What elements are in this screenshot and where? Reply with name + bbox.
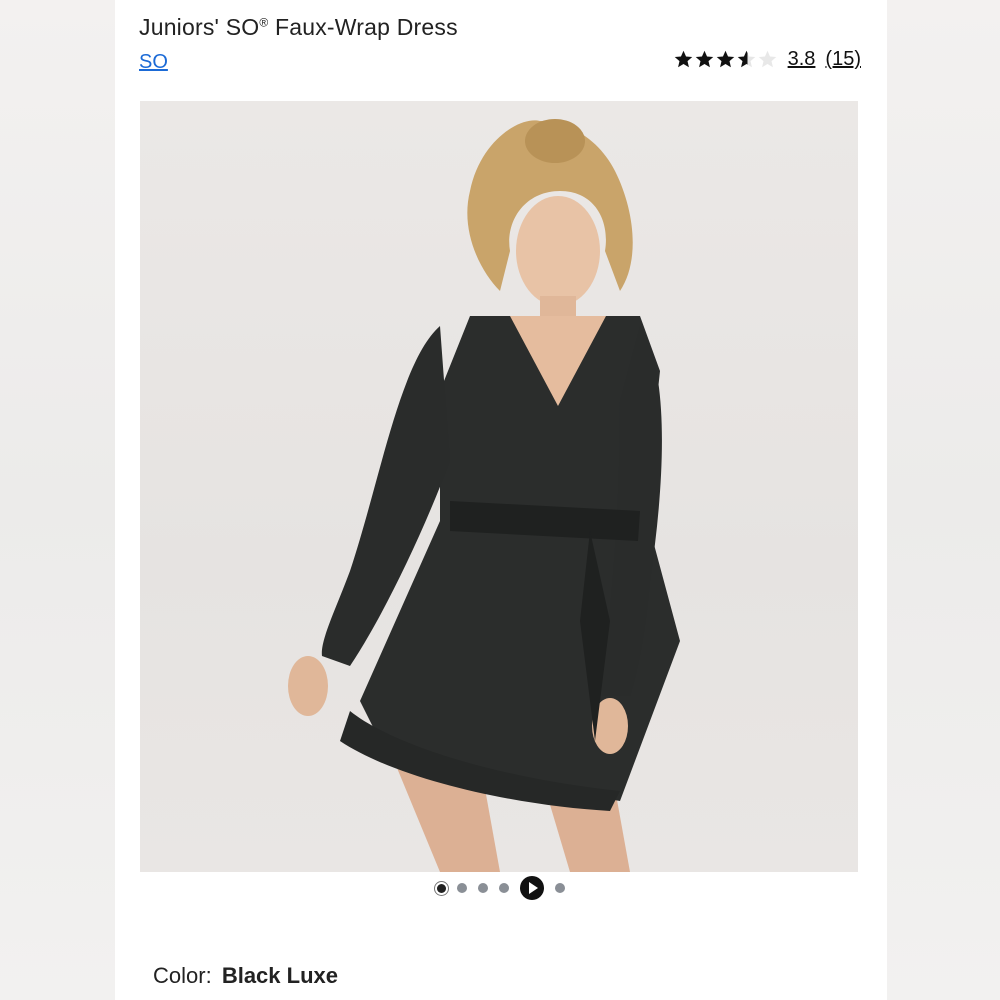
star-empty-icon <box>758 50 776 68</box>
rating-value[interactable]: 3.8 <box>788 48 816 71</box>
brand-link[interactable]: SO <box>139 51 168 74</box>
dress-model-illustration <box>288 119 680 872</box>
carousel-dot-1[interactable] <box>437 883 446 893</box>
title-suffix: Faux-Wrap Dress <box>268 14 458 40</box>
color-label: Color: <box>153 963 212 988</box>
product-card: Juniors' SO® Faux-Wrap Dress SO 3.8 (15) <box>115 0 887 1000</box>
star-rating <box>673 49 778 70</box>
star-full-icon <box>695 50 713 68</box>
title-prefix: Juniors' SO <box>139 14 260 40</box>
background-left <box>0 0 115 1000</box>
image-carousel-dots <box>115 876 887 900</box>
star-full-icon <box>716 50 734 68</box>
carousel-dot-3[interactable] <box>478 883 488 893</box>
carousel-dot-2[interactable] <box>457 883 467 893</box>
color-value: Black Luxe <box>221 963 338 988</box>
rating-summary[interactable]: 3.8 (15) <box>673 48 861 71</box>
background-right <box>887 0 1000 1000</box>
carousel-dot-4[interactable] <box>499 883 509 893</box>
selected-color: Color: Black Luxe <box>153 963 338 989</box>
star-half-icon <box>737 50 755 68</box>
play-video-icon[interactable] <box>520 876 544 900</box>
product-image[interactable] <box>140 101 858 872</box>
product-title: Juniors' SO® Faux-Wrap Dress <box>139 14 458 41</box>
carousel-dot-6[interactable] <box>555 883 565 893</box>
review-count[interactable]: (15) <box>825 48 861 71</box>
star-full-icon <box>674 50 692 68</box>
